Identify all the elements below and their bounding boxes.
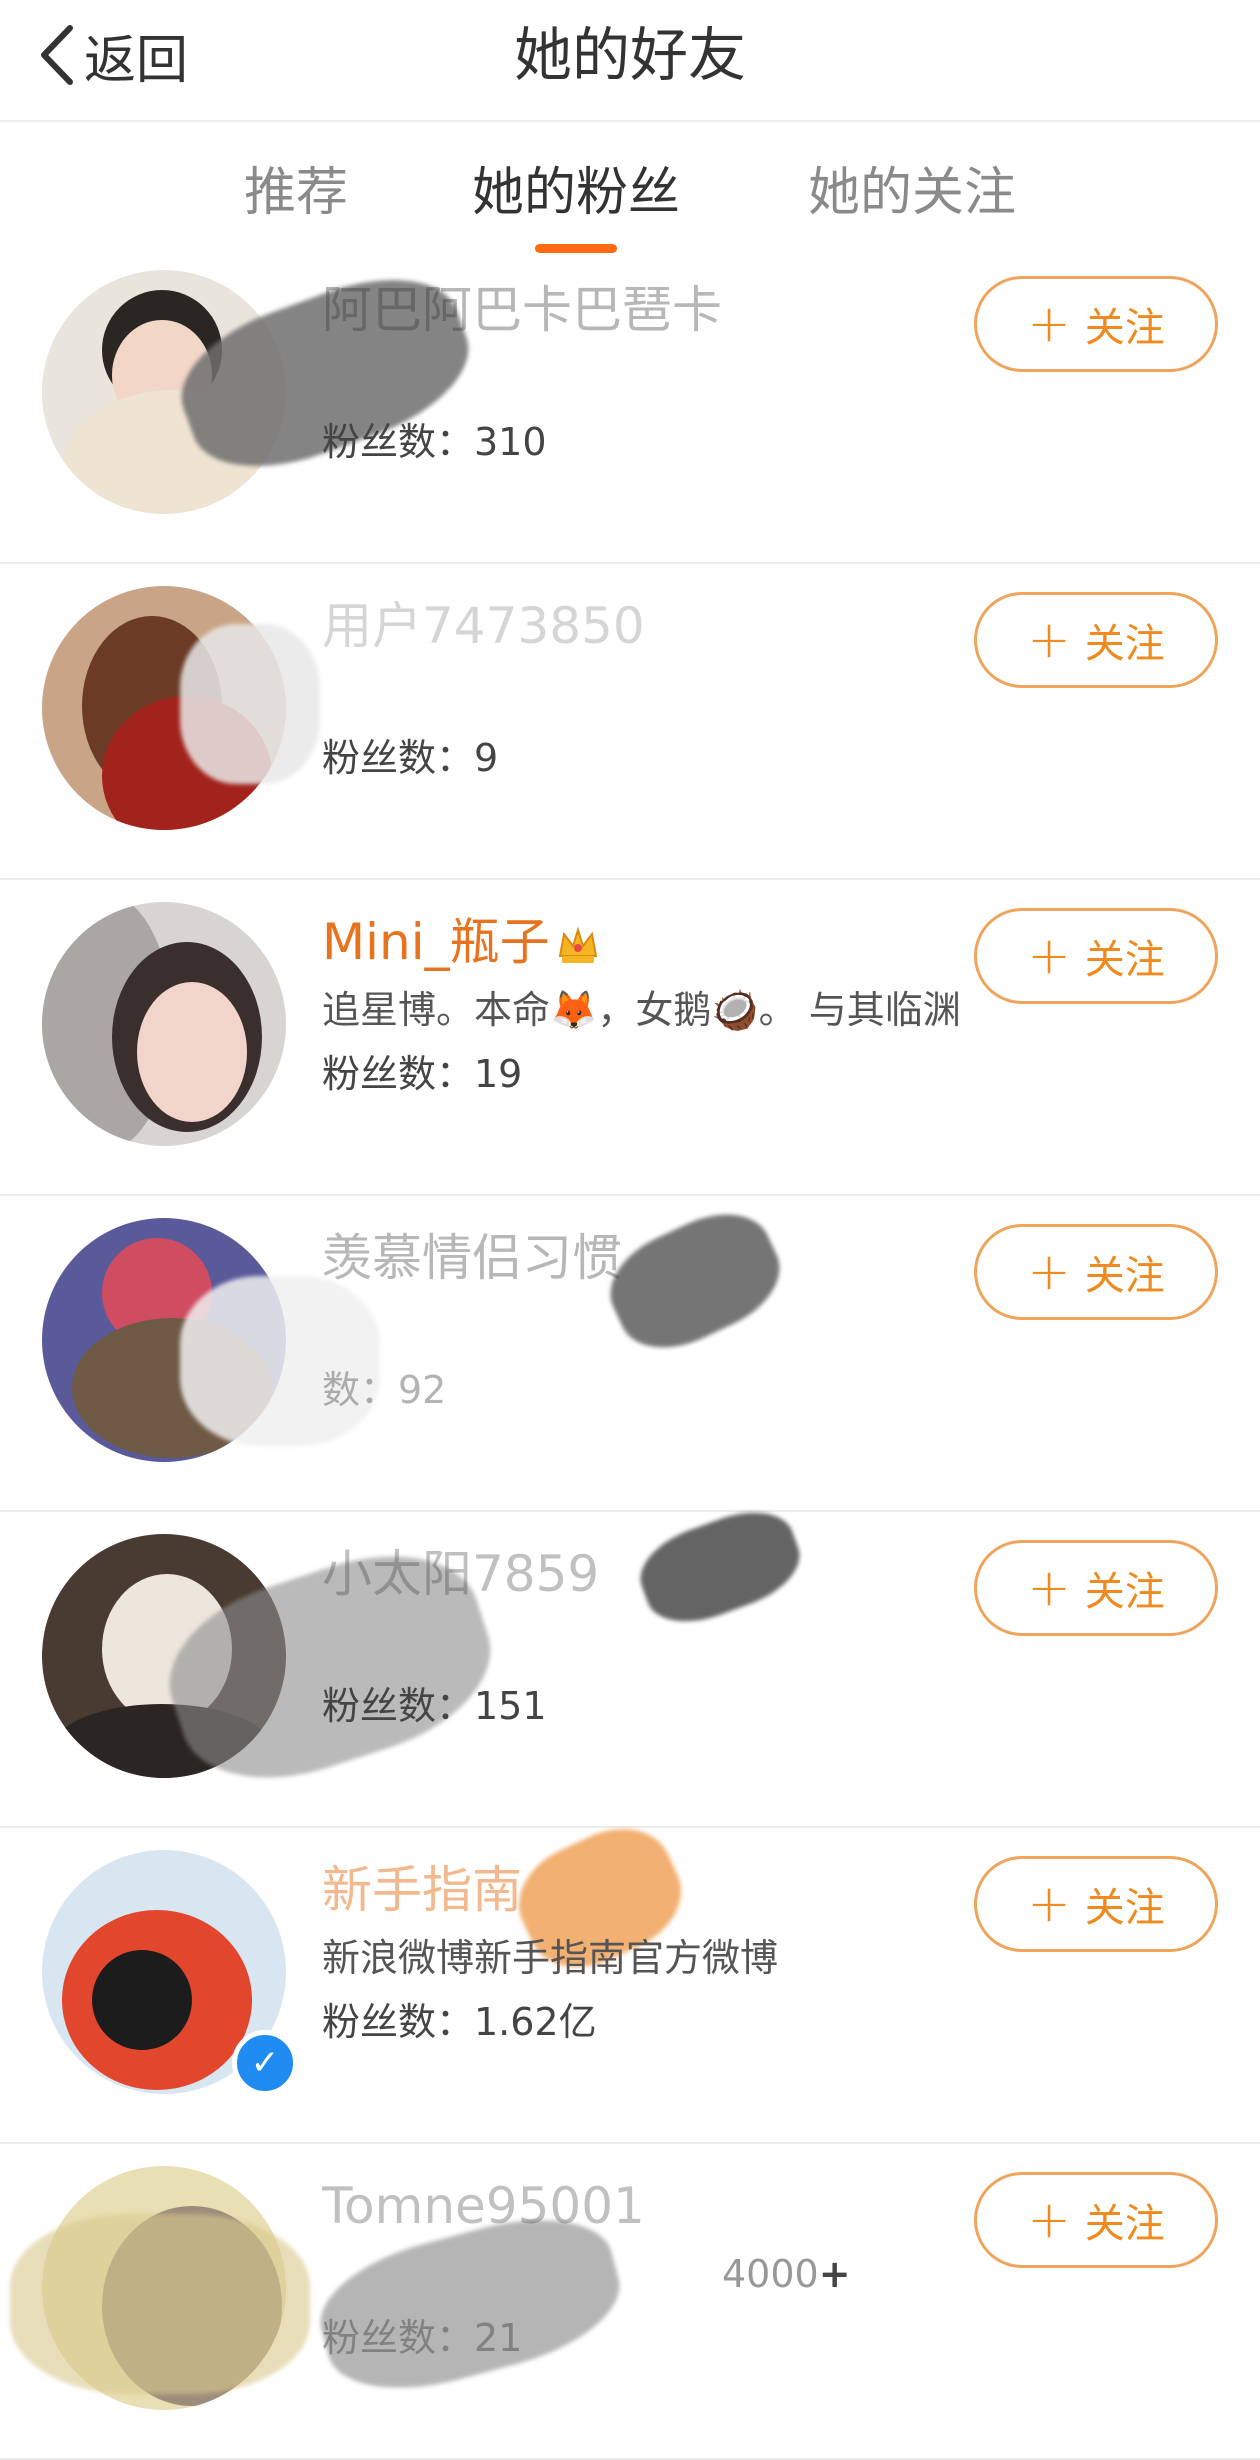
user-name[interactable]: 阿巴阿巴卡巴琶卡 [322,274,962,346]
plus-icon: + [1027,926,1071,986]
list-item[interactable]: Tomne95001 4000+ 粉丝数：21 + 关注 [0,2144,1260,2460]
verified-badge-icon: ✓ [232,2030,298,2096]
redaction-smudge [10,2214,310,2394]
user-name[interactable]: Mini_瓶子 [322,906,962,978]
user-bio [322,662,962,726]
plus-icon: + [1027,1558,1071,1618]
user-info: 羡慕情侣习惯 数：92 [322,1222,962,1422]
user-info: 阿巴阿巴卡巴琶卡 粉丝数：310 [322,274,962,474]
user-name[interactable]: 小太阳7859 [322,1538,962,1610]
follow-button[interactable]: + 关注 [974,592,1218,688]
fans-count: 粉丝数：1.62亿 [322,2000,597,2044]
list-item[interactable]: 用户7473850 粉丝数：9 + 关注 [0,564,1260,880]
follow-button[interactable]: + 关注 [974,2172,1218,2268]
follow-label: 关注 [1084,305,1165,351]
list-item[interactable]: Mini_瓶子 追星博。本命🦊，女鹅🥥。 与其临渊羡鱼，… 粉丝数：19 + 关… [0,880,1260,1196]
user-info: 新手指南 新浪微博新手指南官方微博 粉丝数：1.62亿 [322,1854,962,2054]
plus-icon: + [818,2252,851,2296]
fans-count: 粉丝数：9 [322,736,499,780]
user-name-text: Mini_瓶子 [322,913,550,971]
follow-button[interactable]: + 关注 [974,908,1218,1004]
user-name[interactable]: 新手指南 [322,1854,962,1926]
follow-button[interactable]: + 关注 [974,1856,1218,1952]
user-bio: 新浪微博新手指南官方微博 [322,1936,779,1980]
user-bio [322,1610,962,1674]
list-item[interactable]: 羡慕情侣习惯 数：92 + 关注 [0,1195,1260,1512]
plus-icon: + [1027,610,1071,670]
fans-count: 粉丝数：21 [322,2316,523,2360]
user-info: Mini_瓶子 追星博。本命🦊，女鹅🥥。 与其临渊羡鱼，… 粉丝数：19 [322,906,962,1106]
avatar[interactable] [42,902,286,1146]
page-title: 她的好友 [513,21,746,89]
tab-her-following[interactable]: 她的关注 [808,150,1016,225]
follow-button[interactable]: + 关注 [974,1540,1218,1636]
redaction-smudge [180,624,320,784]
follow-label: 关注 [1084,1253,1165,1299]
user-bio: 追星博。本命🦊，女鹅🥥。 与其临渊羡鱼，… [322,988,962,1032]
crown-badge-icon [558,926,597,963]
tab-her-fans[interactable]: 她的粉丝 [472,150,680,225]
fans-count: 数：92 [322,1368,447,1412]
plus-icon: + [1027,1874,1071,1934]
fans-count: 粉丝数：151 [322,1684,547,1728]
user-bio [322,1294,962,1358]
user-name[interactable]: 用户7473850 [322,590,962,662]
user-name[interactable]: 羡慕情侣习惯 [322,1222,962,1294]
follow-button[interactable]: + 关注 [974,276,1218,372]
user-bio: 4000+ [322,2242,962,2306]
follow-label: 关注 [1084,937,1165,983]
user-list: 阿巴阿巴卡巴琶卡 粉丝数：310 + 关注 用户7473850 粉丝数：9 + … [0,248,1260,2460]
plus-icon: + [1027,294,1071,354]
follow-button[interactable]: + 关注 [974,1224,1218,1320]
tab-bar: 推荐 她的粉丝 她的关注 [0,122,1260,257]
fans-count: 粉丝数：310 [322,420,547,464]
follow-label: 关注 [1084,2201,1165,2247]
follow-label: 关注 [1084,1569,1165,1615]
user-bio-text: 4000 [722,2252,819,2296]
list-item[interactable]: ✓ 新手指南 新浪微博新手指南官方微博 粉丝数：1.62亿 + 关注 [0,1809,1260,2144]
list-item[interactable]: 阿巴阿巴卡巴琶卡 粉丝数：310 + 关注 [0,248,1260,564]
top-bar: 返回 她的好友 [0,0,1260,122]
plus-icon: + [1027,1242,1071,1302]
user-info: 用户7473850 粉丝数：9 [322,590,962,790]
follow-label: 关注 [1084,621,1165,667]
tab-recommended[interactable]: 推荐 [244,150,348,225]
list-item[interactable]: 小太阳7859 粉丝数：151 + 关注 [0,1497,1260,1828]
user-bio [322,346,962,410]
user-name[interactable]: Tomne95001 [322,2170,962,2242]
fans-count: 粉丝数：19 [322,1052,523,1096]
follow-label: 关注 [1084,1885,1165,1931]
plus-icon: + [1027,2190,1071,2250]
user-info: 小太阳7859 粉丝数：151 [322,1538,962,1738]
user-info: Tomne95001 4000+ 粉丝数：21 [322,2170,962,2370]
